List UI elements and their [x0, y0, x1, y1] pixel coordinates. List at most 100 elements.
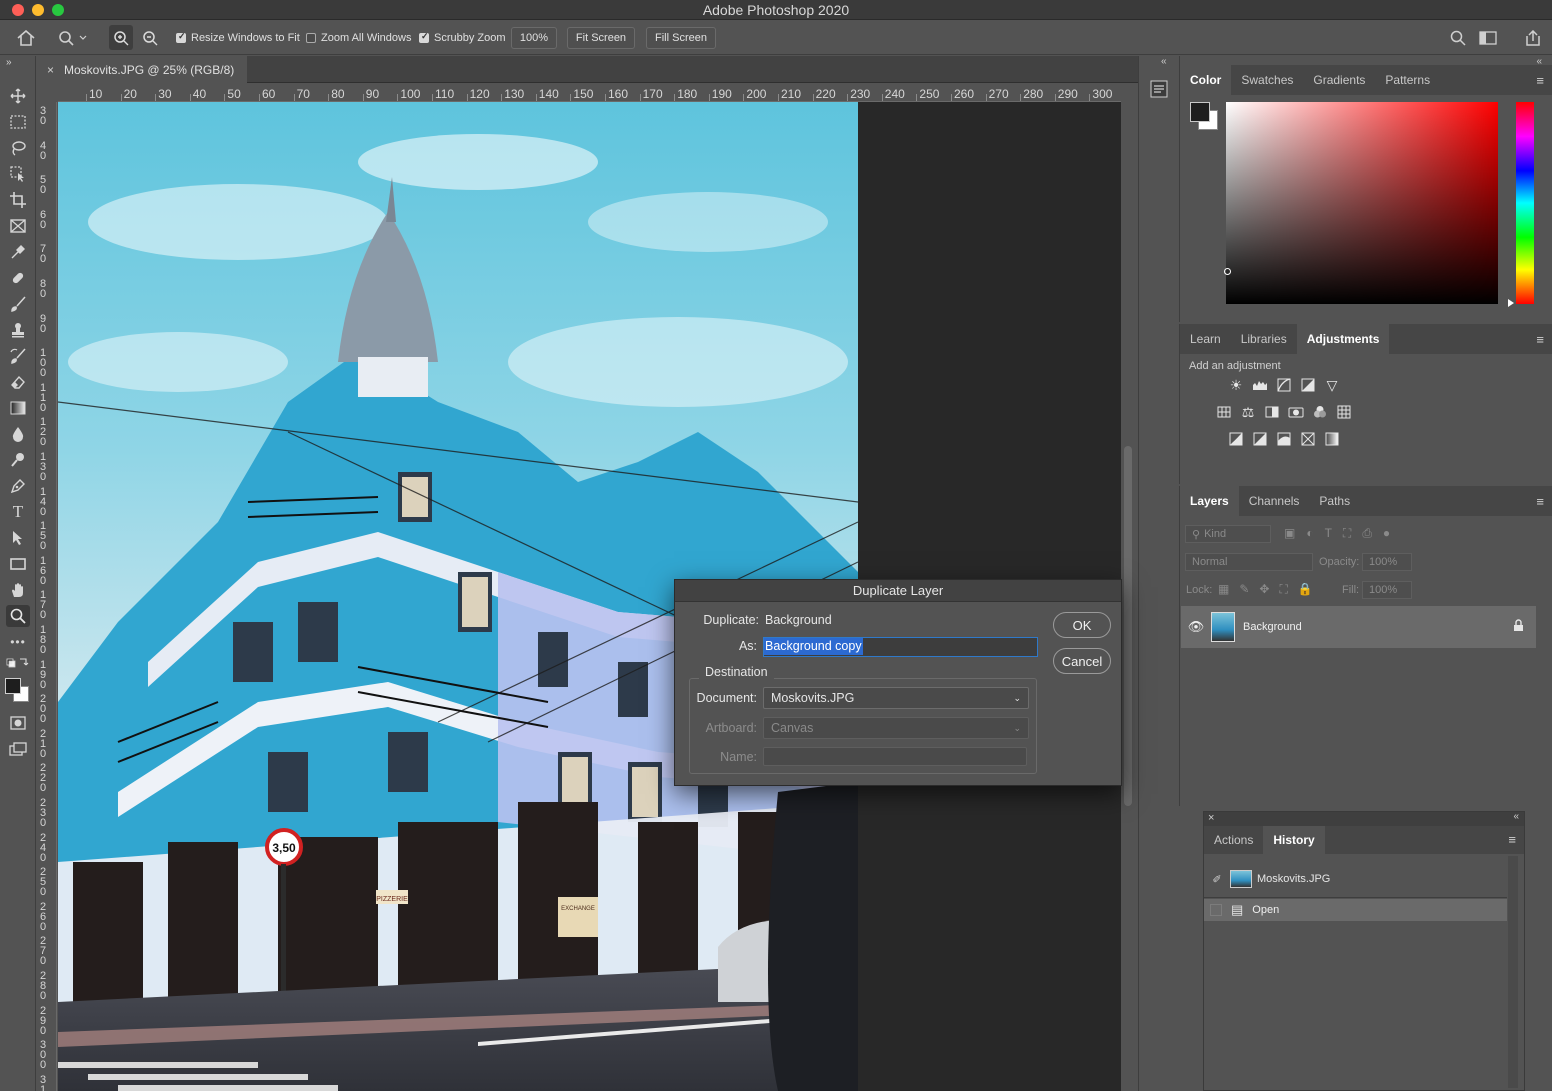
zoom-in-icon[interactable] [109, 25, 133, 50]
color-balance-icon[interactable]: ⚖ [1239, 403, 1257, 421]
workspace-icon[interactable] [1479, 20, 1497, 55]
rectangle-tool-icon[interactable] [6, 553, 30, 575]
close-panel-icon[interactable]: × [1208, 812, 1214, 824]
tab-adjustments[interactable]: Adjustments [1296, 324, 1390, 354]
panel-menu-icon[interactable]: ≡ [1536, 494, 1544, 509]
zoom-out-icon[interactable] [142, 20, 158, 55]
home-icon[interactable] [17, 20, 35, 55]
zoom-all-windows-checkbox[interactable]: Zoom All Windows [306, 20, 411, 55]
collapse-panel-icon[interactable]: « [1536, 56, 1542, 67]
black-white-icon[interactable] [1263, 403, 1281, 421]
collapse-panels-icon[interactable]: « [1161, 56, 1167, 67]
close-tab-icon[interactable]: × [47, 63, 54, 77]
zoom-percent-button[interactable]: 100% [511, 27, 557, 49]
swap-colors-icon[interactable] [6, 656, 30, 670]
history-brush-tool-icon[interactable] [6, 345, 30, 367]
search-icon[interactable] [1450, 20, 1466, 55]
quick-mask-icon[interactable] [6, 712, 30, 734]
tab-gradients[interactable]: Gradients [1303, 65, 1375, 95]
new-layer-name-input[interactable]: Background copy [763, 637, 1038, 657]
history-state-checkbox[interactable] [1210, 904, 1222, 916]
object-selection-tool-icon[interactable] [6, 163, 30, 185]
panel-menu-icon[interactable]: ≡ [1536, 73, 1544, 88]
properties-panel-icon[interactable] [1150, 80, 1168, 101]
stamp-tool-icon[interactable] [6, 319, 30, 341]
opacity-field[interactable]: 100% [1362, 553, 1412, 571]
healing-brush-tool-icon[interactable] [6, 267, 30, 289]
tab-patterns[interactable]: Patterns [1375, 65, 1440, 95]
blur-tool-icon[interactable] [6, 423, 30, 445]
frame-tool-icon[interactable] [6, 215, 30, 237]
gradient-tool-icon[interactable] [6, 397, 30, 419]
type-tool-icon[interactable]: T [6, 501, 30, 523]
invert-icon[interactable] [1227, 430, 1245, 448]
collapse-chevron-icon[interactable]: » [6, 56, 30, 68]
selective-color-icon[interactable] [1299, 430, 1317, 448]
vibrance-icon[interactable]: ▽ [1323, 376, 1341, 394]
tab-swatches[interactable]: Swatches [1231, 65, 1303, 95]
layer-filter-icons[interactable]: ▣◐T⛶⎙● [1284, 526, 1401, 541]
color-saturation-picker[interactable] [1224, 102, 1498, 304]
foreground-color-swatch[interactable] [5, 678, 21, 694]
document-tab[interactable]: × Moskovits.JPG @ 25% (RGB/8) [37, 56, 247, 83]
collapse-panel-icon[interactable]: « [1513, 811, 1519, 822]
brush-tool-icon[interactable] [6, 293, 30, 315]
scrubby-zoom-checkbox[interactable]: Scrubby Zoom [419, 20, 506, 55]
tab-layers[interactable]: Layers [1180, 486, 1239, 516]
canvas-vertical-scrollbar[interactable] [1124, 446, 1132, 806]
marquee-tool-icon[interactable] [6, 111, 30, 133]
eye-visibility-icon[interactable]: 👁 [1181, 619, 1211, 635]
fit-screen-button[interactable]: Fit Screen [567, 27, 635, 49]
eyedropper-tool-icon[interactable] [6, 241, 30, 263]
tab-channels[interactable]: Channels [1239, 486, 1310, 516]
curves-icon[interactable] [1275, 376, 1293, 394]
channel-mixer-icon[interactable] [1311, 403, 1329, 421]
lock-options-icons[interactable]: ▦✎✥⛶🔒 [1218, 582, 1323, 597]
share-icon[interactable] [1524, 20, 1542, 55]
screen-mode-icon[interactable] [6, 738, 30, 760]
pen-tool-icon[interactable] [6, 475, 30, 497]
tab-color[interactable]: Color [1180, 65, 1232, 95]
path-selection-tool-icon[interactable] [6, 527, 30, 549]
zoom-tool-icon[interactable] [6, 605, 30, 627]
color-panel-foreground-swatch[interactable] [1190, 102, 1210, 122]
levels-icon[interactable] [1251, 376, 1269, 394]
hue-saturation-icon[interactable] [1215, 403, 1233, 421]
move-tool-icon[interactable] [6, 85, 30, 107]
history-brush-source-icon[interactable]: ✐ [1204, 873, 1230, 886]
ok-button[interactable]: OK [1053, 612, 1111, 638]
layer-row-background[interactable]: 👁 Background [1181, 606, 1536, 648]
destination-document-select[interactable]: Moskovits.JPG ⌄ [763, 687, 1029, 709]
posterize-icon[interactable] [1251, 430, 1269, 448]
color-picker-handle[interactable] [1224, 268, 1231, 275]
eraser-tool-icon[interactable] [6, 371, 30, 393]
blend-mode-select[interactable]: Normal [1185, 553, 1313, 571]
resize-windows-checkbox[interactable]: Resize Windows to Fit [176, 20, 300, 55]
photo-filter-icon[interactable] [1287, 403, 1305, 421]
fill-screen-button[interactable]: Fill Screen [646, 27, 716, 49]
tab-paths[interactable]: Paths [1309, 486, 1360, 516]
panel-menu-icon[interactable]: ≡ [1508, 832, 1516, 847]
fill-field[interactable]: 100% [1362, 581, 1412, 599]
tab-learn[interactable]: Learn [1180, 324, 1231, 354]
hue-slider-handle[interactable] [1508, 299, 1514, 307]
layer-filter-kind-select[interactable]: ⚲ Kind [1185, 525, 1271, 543]
history-state-row[interactable]: ▤ Open [1204, 899, 1507, 921]
tab-libraries[interactable]: Libraries [1231, 324, 1297, 354]
dodge-tool-icon[interactable] [6, 449, 30, 471]
color-lookup-icon[interactable] [1335, 403, 1353, 421]
brightness-contrast-icon[interactable]: ☀ [1227, 376, 1245, 394]
crop-tool-icon[interactable] [6, 189, 30, 211]
exposure-icon[interactable] [1299, 376, 1317, 394]
history-snapshot-row[interactable]: ✐ Moskovits.JPG [1204, 864, 1507, 894]
gradient-map-icon[interactable] [1323, 430, 1341, 448]
cancel-button[interactable]: Cancel [1053, 648, 1111, 674]
lasso-tool-icon[interactable] [6, 137, 30, 159]
tab-history[interactable]: History [1263, 826, 1325, 854]
tab-actions[interactable]: Actions [1204, 826, 1263, 854]
panel-menu-icon[interactable]: ≡ [1536, 332, 1544, 347]
zoom-tool-preset-icon[interactable] [58, 20, 88, 55]
history-scrollbar[interactable] [1508, 856, 1518, 1088]
hand-tool-icon[interactable] [6, 579, 30, 601]
more-tools-icon[interactable]: ••• [6, 631, 30, 653]
